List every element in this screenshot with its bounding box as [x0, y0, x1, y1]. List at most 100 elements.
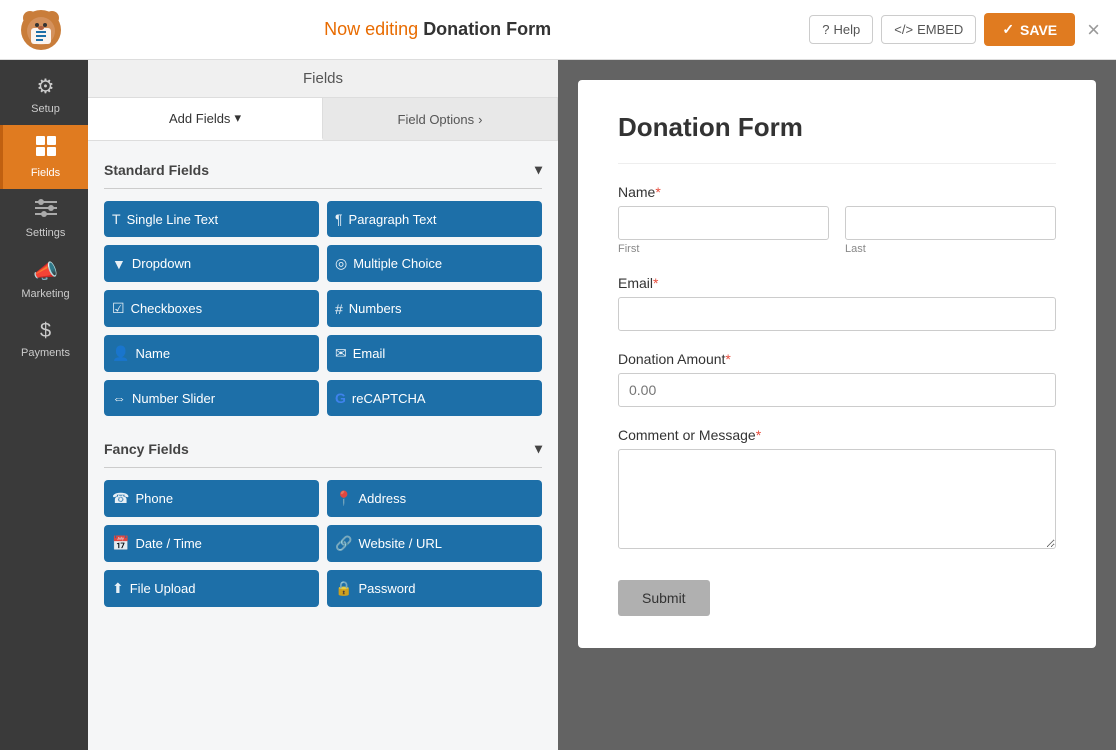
- fields-panel: Fields Add Fields ▾ Field Options › Stan…: [88, 60, 558, 750]
- name-row: First Last: [618, 206, 1056, 255]
- last-name-input[interactable]: [845, 206, 1056, 240]
- sidebar-label-fields: Fields: [31, 167, 60, 179]
- first-name-col: First: [618, 206, 829, 255]
- standard-fields-chevron-icon: ▾: [535, 161, 542, 178]
- sidebar-item-fields[interactable]: Fields: [0, 125, 88, 189]
- comment-required-marker: *: [756, 427, 761, 443]
- standard-fields-section-header[interactable]: Standard Fields ▾: [104, 153, 542, 182]
- logo-icon: [19, 8, 63, 52]
- dollar-icon: $: [40, 320, 51, 343]
- file-upload-button[interactable]: ⬆ File Upload: [104, 570, 319, 607]
- header-title: Now editing Donation Form: [78, 19, 797, 40]
- paragraph-text-button[interactable]: ¶ Paragraph Text: [327, 201, 542, 237]
- name-button[interactable]: 👤 Name: [104, 335, 319, 372]
- sidebar-item-marketing[interactable]: 📣 Marketing: [0, 249, 88, 310]
- fancy-fields-divider: [104, 467, 542, 468]
- address-button[interactable]: 📍 Address: [327, 480, 542, 517]
- slider-icon: ⇔: [112, 390, 126, 406]
- close-button[interactable]: ×: [1087, 17, 1100, 43]
- sidebar-item-setup[interactable]: ⚙ Setup: [0, 64, 88, 125]
- form-field-email: Email*: [618, 275, 1056, 331]
- sidebar-label-settings: Settings: [26, 227, 66, 239]
- password-button[interactable]: 🔒 Password: [327, 570, 542, 607]
- form-field-comment: Comment or Message*: [618, 427, 1056, 552]
- form-field-name: Name* First Last: [618, 184, 1056, 255]
- fancy-fields-chevron-icon: ▾: [535, 440, 542, 457]
- gear-icon: ⚙: [37, 74, 55, 99]
- sidebar-label-marketing: Marketing: [21, 288, 69, 300]
- sliders-icon: [35, 199, 57, 223]
- first-name-sub-label: First: [618, 243, 829, 255]
- radio-icon: ◎: [335, 255, 347, 272]
- multiple-choice-button[interactable]: ◎ Multiple Choice: [327, 245, 542, 282]
- dropdown-icon: ▼: [112, 256, 126, 272]
- last-name-col: Last: [845, 206, 1056, 255]
- pin-icon: 📍: [335, 490, 352, 507]
- text-t-icon: T: [112, 211, 121, 227]
- save-button[interactable]: ✓ SAVE: [984, 13, 1075, 46]
- fancy-fields-grid: ☎ Phone 📍 Address 📅 Date / Time 🔗 Websit…: [104, 480, 542, 607]
- megaphone-icon: 📣: [33, 259, 58, 284]
- fields-content: Standard Fields ▾ T Single Line Text ¶ P…: [88, 141, 558, 750]
- checkbox-icon: ☑: [112, 300, 125, 317]
- comment-textarea[interactable]: [618, 449, 1056, 549]
- form-field-donation-amount: Donation Amount*: [618, 351, 1056, 407]
- email-input[interactable]: [618, 297, 1056, 331]
- fields-panel-header: Fields: [88, 60, 558, 98]
- date-time-button[interactable]: 📅 Date / Time: [104, 525, 319, 562]
- help-button[interactable]: ? Help: [809, 15, 873, 44]
- header-actions: ? Help </> EMBED ✓ SAVE ×: [809, 13, 1100, 46]
- calendar-icon: 📅: [112, 535, 129, 552]
- tab-add-fields[interactable]: Add Fields ▾: [88, 98, 323, 140]
- checkboxes-button[interactable]: ☑ Checkboxes: [104, 290, 319, 327]
- envelope-icon: ✉: [335, 345, 347, 362]
- question-icon: ?: [822, 22, 829, 37]
- paragraph-icon: ¶: [335, 211, 343, 227]
- check-icon: ✓: [1002, 21, 1014, 38]
- name-required-marker: *: [655, 184, 660, 200]
- first-name-input[interactable]: [618, 206, 829, 240]
- chevron-right-icon: ›: [478, 112, 482, 127]
- sidebar-label-setup: Setup: [31, 103, 60, 115]
- fancy-fields-section-header[interactable]: Fancy Fields ▾: [104, 432, 542, 461]
- sidebar-item-settings[interactable]: Settings: [0, 189, 88, 249]
- email-button[interactable]: ✉ Email: [327, 335, 542, 372]
- lock-icon: 🔒: [335, 580, 352, 597]
- standard-fields-divider: [104, 188, 542, 189]
- recaptcha-button[interactable]: G reCAPTCHA: [327, 380, 542, 416]
- email-required-marker: *: [653, 275, 658, 291]
- form-card: Donation Form Name* First Last: [578, 80, 1096, 648]
- name-label: Name*: [618, 184, 1056, 200]
- phone-button[interactable]: ☎ Phone: [104, 480, 319, 517]
- tab-field-options[interactable]: Field Options ›: [323, 98, 558, 140]
- hash-icon: #: [335, 301, 343, 317]
- donation-required-marker: *: [725, 351, 730, 367]
- sidebar-item-payments[interactable]: $ Payments: [0, 310, 88, 369]
- email-label: Email*: [618, 275, 1056, 291]
- phone-icon: ☎: [112, 490, 129, 507]
- form-name: Donation Form: [423, 19, 551, 39]
- comment-label: Comment or Message*: [618, 427, 1056, 443]
- website-url-button[interactable]: 🔗 Website / URL: [327, 525, 542, 562]
- embed-button[interactable]: </> EMBED: [881, 15, 976, 44]
- standard-fields-grid: T Single Line Text ¶ Paragraph Text ▼ Dr…: [104, 201, 542, 416]
- upload-icon: ⬆: [112, 580, 124, 597]
- single-line-text-button[interactable]: T Single Line Text: [104, 201, 319, 237]
- dropdown-button[interactable]: ▼ Dropdown: [104, 245, 319, 282]
- person-icon: 👤: [112, 345, 129, 362]
- form-card-divider: [618, 163, 1056, 164]
- form-title: Donation Form: [618, 112, 1056, 143]
- google-g-icon: G: [335, 390, 346, 406]
- submit-button[interactable]: Submit: [618, 580, 710, 616]
- fields-icon: [35, 135, 57, 163]
- now-editing-label: Now editing: [324, 19, 418, 39]
- tabs-bar: Add Fields ▾ Field Options ›: [88, 98, 558, 141]
- number-slider-button[interactable]: ⇔ Number Slider: [104, 380, 319, 416]
- link-icon: 🔗: [335, 535, 352, 552]
- numbers-button[interactable]: # Numbers: [327, 290, 542, 327]
- chevron-down-icon: ▾: [234, 110, 241, 126]
- donation-amount-input[interactable]: [618, 373, 1056, 407]
- main-layout: ⚙ Setup Fields: [0, 60, 1116, 750]
- top-header: Now editing Donation Form ? Help </> EMB…: [0, 0, 1116, 60]
- sidebar: ⚙ Setup Fields: [0, 60, 88, 750]
